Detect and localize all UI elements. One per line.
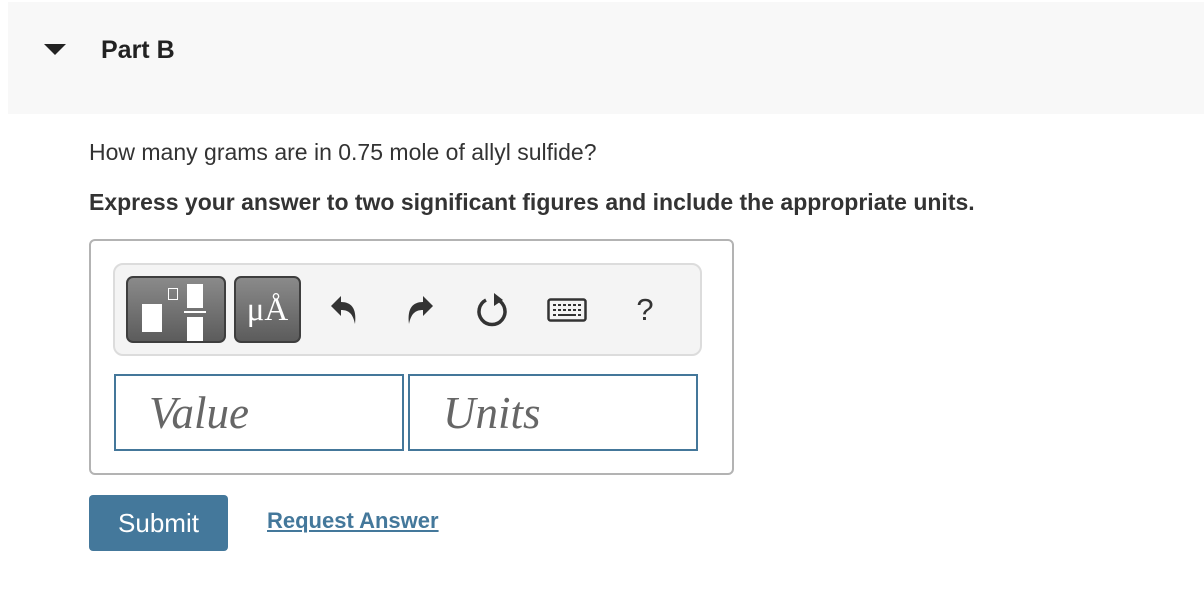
undo-icon	[331, 296, 356, 324]
math-toolbar: μÅ ?	[113, 263, 702, 356]
units-field[interactable]	[408, 374, 698, 451]
undo-button[interactable]	[324, 289, 364, 331]
units-input[interactable]	[410, 376, 696, 449]
value-field[interactable]	[114, 374, 404, 451]
instruction-text: Express your answer to two significant f…	[89, 189, 975, 215]
submit-button[interactable]: Submit	[89, 495, 228, 551]
reset-icon	[477, 293, 507, 327]
answer-box: μÅ ? Value Units	[89, 239, 734, 475]
keyboard-icon	[547, 298, 587, 322]
request-answer-link[interactable]: Request Answer	[267, 508, 439, 534]
keyboard-button[interactable]	[545, 289, 589, 331]
templates-button[interactable]	[126, 276, 226, 343]
redo-icon	[408, 296, 433, 324]
help-button[interactable]: ?	[625, 289, 665, 331]
redo-button[interactable]	[400, 289, 440, 331]
question-text: How many grams are in 0.75 mole of allyl…	[89, 139, 597, 165]
reset-button[interactable]	[473, 289, 513, 331]
value-input[interactable]	[116, 376, 402, 449]
collapse-caret-icon[interactable]	[44, 44, 66, 55]
part-title: Part B	[101, 36, 175, 64]
units-button[interactable]: μÅ	[234, 276, 301, 343]
units-icon: μÅ	[246, 292, 289, 328]
part-header: Part B	[8, 2, 1204, 114]
